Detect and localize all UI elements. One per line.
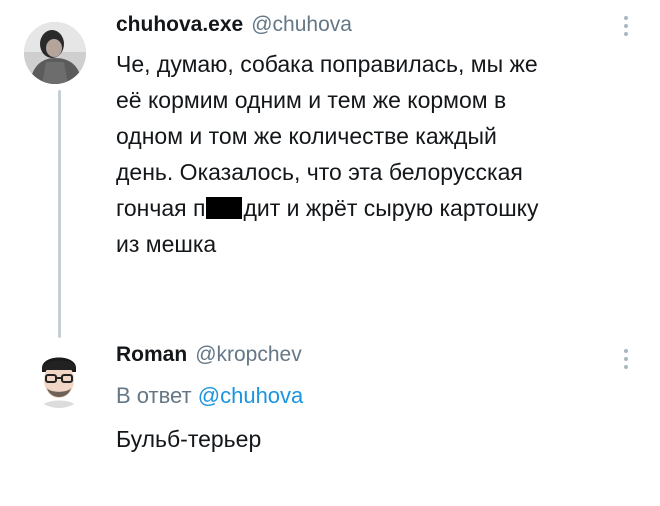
avatar[interactable] bbox=[28, 346, 90, 408]
user-name[interactable]: Roman bbox=[116, 343, 187, 366]
tweet-line-part: гончая п bbox=[116, 195, 206, 221]
tweet-line: Че, думаю, собака поправилась, мы же bbox=[116, 51, 538, 77]
tweet-line: из мешка bbox=[116, 231, 217, 257]
avatar[interactable] bbox=[24, 22, 86, 84]
thread-line bbox=[58, 90, 61, 338]
censor-bar bbox=[206, 197, 243, 219]
reply-to: В ответ @chuhova bbox=[116, 382, 303, 410]
more-vertical-icon[interactable] bbox=[623, 349, 629, 369]
reply-text: Бульб-терьер bbox=[116, 426, 262, 452]
tweet-text: Че, думаю, собака поправилась, мы же её … bbox=[116, 46, 641, 262]
user-handle[interactable]: @kropchev bbox=[195, 343, 302, 366]
more-vertical-icon[interactable] bbox=[623, 16, 629, 36]
tweet-header: chuhova.exe @chuhova bbox=[116, 12, 352, 38]
tweet-line: её кормим одним и тем же кормом в bbox=[116, 87, 507, 113]
user-handle[interactable]: @chuhova bbox=[251, 13, 352, 36]
tweet-line: одном и том же количестве каждый bbox=[116, 123, 497, 149]
reply-to-prefix: В ответ bbox=[116, 383, 192, 408]
tweet-line: гончая п дит и жрёт сырую картошку bbox=[116, 190, 641, 226]
user-name[interactable]: chuhova.exe bbox=[116, 13, 243, 36]
tweet-line-part: дит и жрёт сырую картошку bbox=[243, 195, 539, 221]
reply-header: Roman @kropchev bbox=[116, 342, 302, 368]
tweet-line: день. Оказалось, что эта белорусская bbox=[116, 159, 523, 185]
reply-to-handle-link[interactable]: @chuhova bbox=[198, 383, 304, 408]
